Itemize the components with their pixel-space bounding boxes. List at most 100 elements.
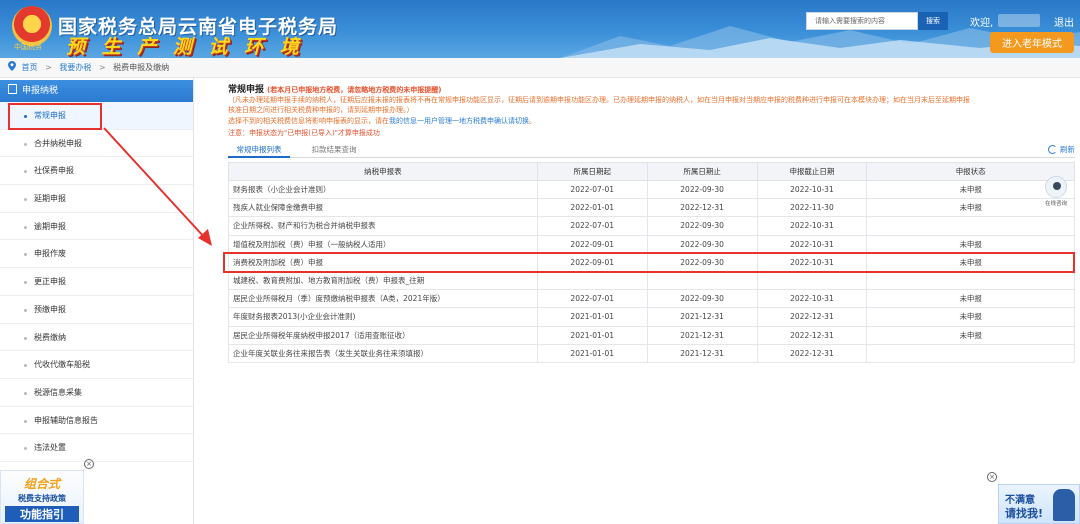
period-end: [646, 270, 758, 291]
period-end: 2022-09-30: [646, 216, 758, 236]
elder-mode-button[interactable]: 进入老年模式: [990, 32, 1074, 53]
close-icon[interactable]: ×: [84, 459, 94, 469]
table-row[interactable]: 城建税、教育费附加、地方教育附加税（费）申报表_往期: [228, 270, 1075, 291]
tax-officer-figure-icon: [1053, 489, 1075, 521]
table-header-row: 纳税申报表 所属日期起 所属日期止 申报截止日期 申报状态: [228, 162, 1075, 181]
sidebar-item-auxiliary-report[interactable]: 申报辅助信息报告: [0, 407, 193, 435]
period-start: 2021-01-01: [536, 343, 648, 363]
emblem-caption: 中国税务: [14, 43, 42, 51]
sidebar-item-consolidated-declaration[interactable]: 合并纳税申报: [0, 130, 193, 158]
sidebar-item-void[interactable]: 申报作废: [0, 240, 193, 269]
column-header: 申报截止日期: [756, 162, 868, 181]
tab-bar: 常规申报列表 扣款结果查询 刷新: [228, 143, 1075, 158]
notice-3-pre: 选择不到的相关税费信息将影响申报表的显示，请在: [228, 117, 389, 125]
notice-line-3: 选择不到的相关税费信息将影响申报表的显示，请在我的信息一用户管理一地方税费申确认…: [228, 116, 536, 126]
feedback-banner[interactable]: 不满意 请找我!: [998, 484, 1080, 524]
report-name-link[interactable]: 企业年度关联业务往来报告表（发生关联业务往来须填报）: [228, 343, 538, 363]
table-row[interactable]: 居民企业所得税年度纳税申报2017（适用查账征收） 2021-01-01 2021-…: [228, 325, 1075, 345]
status: [866, 216, 1075, 236]
page-title-text: 常规申报: [228, 85, 265, 95]
promo-left-line3: 功能指引: [5, 506, 79, 522]
tab-regular-list[interactable]: 常规申报列表: [228, 143, 290, 158]
breadcrumb-separator: >: [98, 63, 106, 72]
sidebar-item-extension[interactable]: 延期申报: [0, 185, 193, 213]
search-button[interactable]: 搜索: [918, 12, 948, 30]
close-icon[interactable]: ×: [987, 472, 997, 482]
sidebar-item-correction[interactable]: 更正申报: [0, 268, 193, 296]
promo-right-line2: 请找我!: [1005, 507, 1044, 520]
online-consult-button[interactable]: 在线咨询: [1044, 176, 1068, 210]
column-header: 纳税申报表: [228, 162, 538, 181]
period-start: 2021-01-01: [536, 325, 648, 345]
breadcrumb-my-office[interactable]: 我要办税: [59, 63, 91, 72]
sidebar-header[interactable]: 申报纳税: [0, 80, 193, 102]
report-name-link[interactable]: 居民企业所得税年度纳税申报2017（适用查账征收）: [228, 325, 538, 345]
tax-emblem-icon: [12, 6, 52, 46]
status: [866, 343, 1075, 363]
status: 未申报: [866, 289, 1075, 309]
table-row[interactable]: 居民企业所得税月（季）度预缴纳税申报表（A类，2021年版） 2022-07-01…: [228, 289, 1075, 309]
breadcrumb-separator: >: [45, 63, 52, 72]
notice-line-2: 核准日期之间进行相关税费种申报的，请到延期申报办理。）: [228, 106, 414, 114]
deadline: 2022-12-31: [756, 325, 868, 345]
report-name-link[interactable]: 城建税、教育费附加、地方教育附加税（费）申报表_往期: [228, 270, 538, 291]
period-end: 2021-12-31: [646, 307, 758, 327]
period-end: 2022-09-30: [646, 179, 758, 200]
promo-left-line1: 组合式: [23, 477, 60, 491]
report-name-link[interactable]: 企业所得税、财产和行为税合并纳税申报表: [228, 216, 538, 236]
sidebar-item-vehicle-tax[interactable]: 代收代缴车船税: [0, 351, 193, 379]
report-name-link[interactable]: 残疾人就业保障金缴费申报: [228, 198, 538, 218]
sidebar-item-prepayment[interactable]: 预缴申报: [0, 296, 193, 324]
sidebar-item-payment[interactable]: 税费缴纳: [0, 324, 193, 352]
column-header: 所属日期止: [646, 162, 758, 181]
status: 未申报: [866, 307, 1075, 327]
user-management-link[interactable]: 我的信息一用户管理一地方税费申确认请切换: [389, 117, 529, 125]
highlight-box-sidebar: [8, 103, 102, 130]
page-title: 常规申报 (若本月已申报地方税费，请忽略地方税费的未申报提醒): [228, 82, 441, 95]
breadcrumb-current: 税费申报及缴纳: [113, 63, 170, 72]
notice-line-1: （凡未办理延期申报手续的纳税人，征期后应报未报的报表将不再在常规申报功能区显示，…: [228, 96, 970, 104]
table-row[interactable]: 增值税及附加税（费）申报（一般纳税人适用） 2022-09-01 2022-09-3…: [228, 234, 1075, 254]
report-name-link[interactable]: 年度财务报表2013(小企业会计准则): [228, 307, 538, 327]
search-input[interactable]: [806, 12, 918, 30]
status: [866, 270, 1075, 291]
refresh-icon: [1048, 145, 1057, 154]
sidebar-item-overdue[interactable]: 逾期申报: [0, 213, 193, 241]
table-row[interactable]: 企业所得税、财产和行为税合并纳税申报表 2022-07-01 2022-09-30 2…: [228, 216, 1075, 236]
deadline: [756, 270, 868, 291]
period-start: 2021-01-01: [536, 307, 648, 327]
policy-guide-banner[interactable]: 组合式 税费支持政策 功能指引: [0, 470, 84, 524]
period-end: 2021-12-31: [646, 325, 758, 345]
online-consult-label: 在线咨询: [1044, 201, 1067, 207]
table-row[interactable]: 年度财务报表2013(小企业会计准则) 2021-01-01 2021-12-31 2…: [228, 307, 1075, 327]
table-row[interactable]: 企业年度关联业务往来报告表（发生关联业务往来须填报） 2021-01-01 2021…: [228, 343, 1075, 363]
tab-deduction-results[interactable]: 扣款结果查询: [302, 143, 366, 158]
period-start: 2022-07-01: [536, 289, 648, 309]
period-end: 2021-12-31: [646, 343, 758, 363]
sidebar-item-tax-source[interactable]: 税源信息采集: [0, 379, 193, 407]
notice-line-4: 注意：申报状态为"已申报(已导入)"才算申报成功: [228, 129, 380, 137]
report-name-link[interactable]: 财务报表（小企业会计准则）: [228, 179, 538, 200]
customer-service-icon: [1045, 176, 1067, 198]
breadcrumb-home[interactable]: 首页: [22, 63, 38, 72]
promo-right-line1: 不满意: [1005, 495, 1035, 506]
sidebar-item-social-insurance[interactable]: 社保费申报: [0, 157, 193, 186]
sidebar-item-violation[interactable]: 违法处置: [0, 434, 193, 462]
table-row[interactable]: 财务报表（小企业会计准则） 2022-07-01 2022-09-30 2022-10…: [228, 179, 1075, 200]
deadline: 2022-10-31: [756, 289, 868, 309]
table-row[interactable]: 残疾人就业保障金缴费申报 2022-01-01 2022-12-31 2022-11-…: [228, 198, 1075, 218]
deadline: 2022-12-31: [756, 343, 868, 363]
report-name-link[interactable]: 居民企业所得税月（季）度预缴纳税申报表（A类，2021年版）: [228, 289, 538, 309]
period-start: 2022-09-01: [536, 234, 648, 254]
sidebar: 申报纳税 常规申报 合并纳税申报 社保费申报 延期申报 逾期申报 申报作废 更正…: [0, 78, 194, 524]
period-start: 2022-01-01: [536, 198, 648, 218]
report-name-link[interactable]: 增值税及附加税（费）申报（一般纳税人适用）: [228, 234, 538, 254]
period-end: 2022-09-30: [646, 234, 758, 254]
logout-link[interactable]: 退出: [1054, 14, 1074, 29]
column-header: 所属日期起: [536, 162, 648, 181]
refresh-button[interactable]: 刷新: [1048, 143, 1075, 157]
deadline: 2022-10-31: [756, 216, 868, 236]
welcome-text: 欢迎,: [970, 18, 994, 29]
period-start: 2022-07-01: [536, 216, 648, 236]
site-header: 中国税务 国家税务总局云南省电子税务局 预 生 产 测 试 环 境 搜索 欢迎,…: [0, 0, 1080, 58]
